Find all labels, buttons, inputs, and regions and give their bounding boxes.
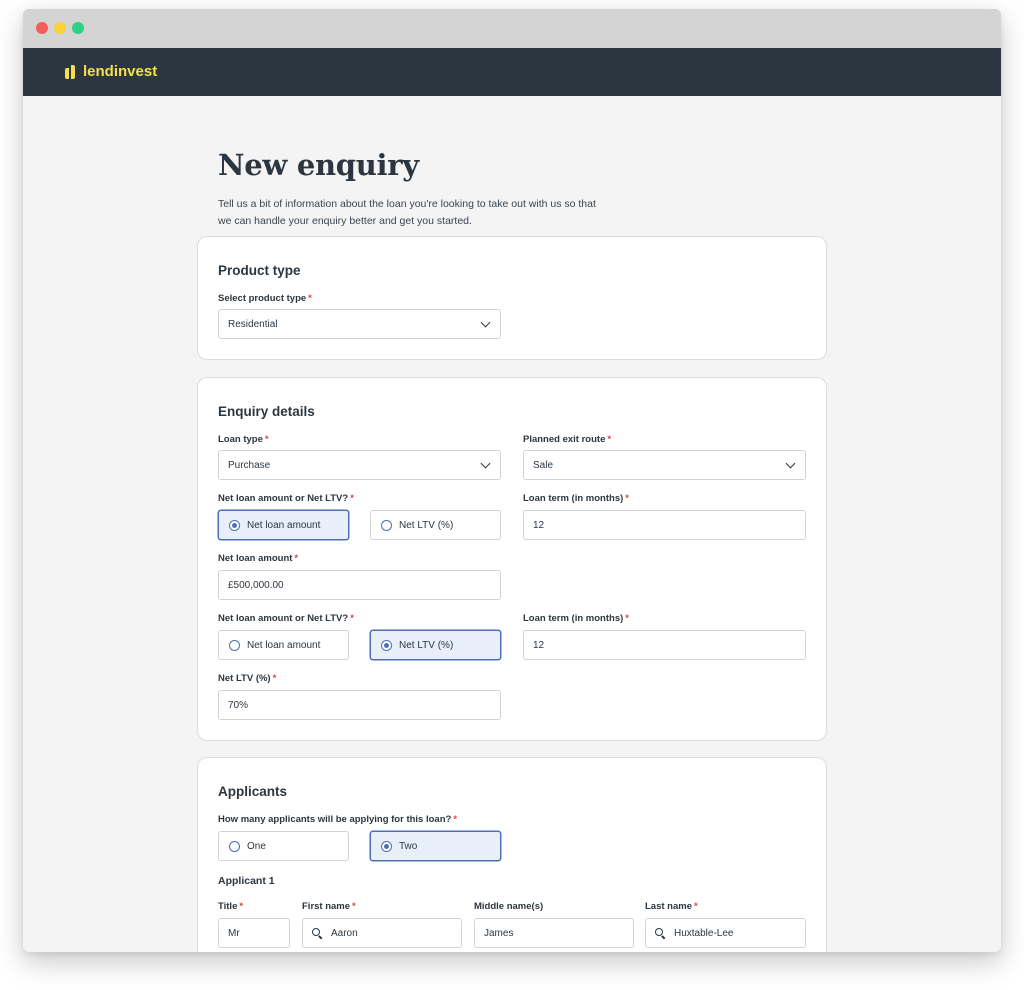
net-ltv-input[interactable]: 70% <box>218 690 501 720</box>
window-titlebar <box>23 9 1001 48</box>
exit-route-select[interactable]: Sale <box>523 450 806 480</box>
radio-unselected-icon <box>229 639 240 651</box>
browser-window: lendinvest New enquiry Tell us a bit of … <box>23 9 1001 952</box>
title-value: Mr <box>228 927 240 939</box>
loan-term-input[interactable]: 12 <box>523 630 806 660</box>
first-name-input[interactable]: Aaron <box>302 918 462 948</box>
maximize-window-button[interactable] <box>72 22 84 34</box>
radio-net-loan-amount[interactable]: Net loan amount <box>218 510 349 540</box>
middle-name-input[interactable]: James <box>474 918 634 948</box>
brand-logo[interactable]: lendinvest <box>65 63 157 80</box>
page-intro: Tell us a bit of information about the l… <box>218 198 596 227</box>
page-title: New enquiry <box>218 148 419 182</box>
radio-label: Net loan amount <box>247 639 321 651</box>
title-input[interactable]: Mr <box>218 918 290 948</box>
loan-type-label: Loan type * <box>218 434 269 445</box>
applicants-heading: Applicants <box>218 784 288 799</box>
radio-label: Net LTV (%) <box>399 639 454 651</box>
exit-route-value: Sale <box>533 459 554 471</box>
radio-net-ltv[interactable]: Net LTV (%) <box>370 630 501 660</box>
title-label: Title * <box>218 901 244 912</box>
loan-term-value: 12 <box>533 639 545 651</box>
enquiry-details-heading: Enquiry details <box>218 404 315 419</box>
exit-route-label: Planned exit route * <box>523 434 612 445</box>
radio-net-ltv[interactable]: Net LTV (%) <box>370 510 501 540</box>
middle-name-label: Middle name(s) <box>474 901 544 912</box>
radio-two-applicants[interactable]: Two <box>370 831 501 861</box>
radio-unselected-icon <box>381 519 392 531</box>
chevron-down-icon <box>785 458 796 469</box>
search-icon <box>655 928 665 938</box>
radio-net-loan-amount[interactable]: Net loan amount <box>218 630 349 660</box>
chevron-down-icon <box>480 317 491 328</box>
radio-one-applicant[interactable]: One <box>218 831 349 861</box>
last-name-label: Last name * <box>645 901 698 912</box>
loan-choice-label: Net loan amount or Net LTV? * <box>218 493 354 504</box>
radio-selected-icon <box>381 639 392 651</box>
close-window-button[interactable] <box>36 22 48 34</box>
last-name-input[interactable]: Huxtable-Lee <box>645 918 806 948</box>
brand-name: lendinvest <box>83 63 158 80</box>
last-name-value: Huxtable-Lee <box>674 927 734 939</box>
chevron-down-icon <box>480 458 491 469</box>
brand-logo-icon <box>65 64 77 79</box>
first-name-value: Aaron <box>331 927 358 939</box>
applicants-card: Applicants How many applicants will be a… <box>197 757 827 952</box>
minimize-window-button[interactable] <box>54 22 66 34</box>
radio-label: One <box>247 840 266 852</box>
app-header: lendinvest <box>23 48 1001 96</box>
radio-label: Two <box>399 840 418 852</box>
loan-term-label: Loan term (in months) * <box>523 493 629 504</box>
loan-term-value: 12 <box>533 519 545 531</box>
loan-choice-label: Net loan amount or Net LTV? * <box>218 613 354 624</box>
product-type-heading: Product type <box>218 263 301 278</box>
main-content: New enquiry Tell us a bit of information… <box>23 96 1001 952</box>
radio-label: Net loan amount <box>247 519 321 531</box>
radio-selected-icon <box>229 519 240 531</box>
product-type-value: Residential <box>228 318 278 330</box>
search-icon <box>312 928 322 938</box>
loan-type-select[interactable]: Purchase <box>218 450 501 480</box>
loan-term-input[interactable]: 12 <box>523 510 806 540</box>
net-loan-amount-value: £500,000.00 <box>228 579 284 591</box>
product-type-select[interactable]: Residential <box>218 309 501 339</box>
enquiry-details-card: Enquiry details Loan type * Purchase Plan… <box>197 377 827 741</box>
product-type-label: Select product type * <box>218 293 312 304</box>
applicant-1-heading: Applicant 1 <box>218 875 275 887</box>
radio-label: Net LTV (%) <box>399 519 454 531</box>
net-loan-amount-input[interactable]: £500,000.00 <box>218 570 501 600</box>
net-ltv-label: Net LTV (%) * <box>218 673 277 684</box>
loan-type-value: Purchase <box>228 459 271 471</box>
net-ltv-value: 70% <box>228 699 249 711</box>
radio-selected-icon <box>381 840 392 852</box>
radio-unselected-icon <box>229 840 240 852</box>
middle-name-value: James <box>484 927 514 939</box>
product-type-card: Product type Select product type * Reside… <box>197 236 827 360</box>
first-name-label: First name * <box>302 901 356 912</box>
loan-term-label: Loan term (in months) * <box>523 613 629 624</box>
applicant-count-label: How many applicants will be applying for… <box>218 814 458 825</box>
net-loan-amount-label: Net loan amount * <box>218 553 299 564</box>
